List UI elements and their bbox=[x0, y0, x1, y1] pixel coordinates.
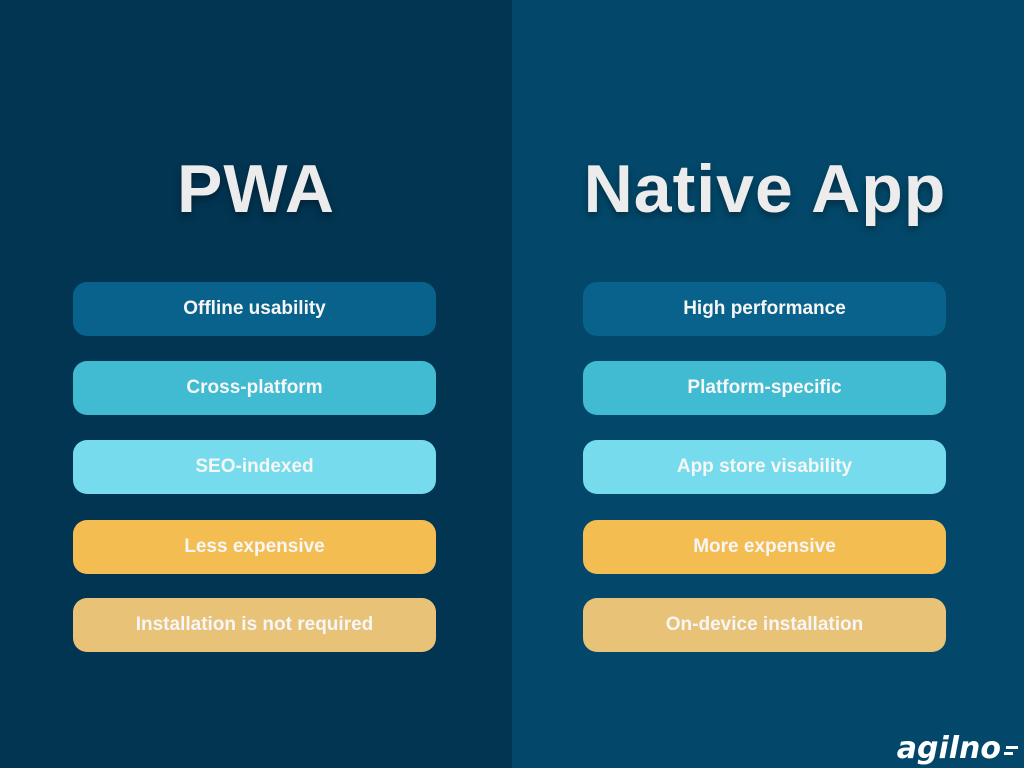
native-app-title: Native App bbox=[583, 151, 947, 227]
pwa-item-less-expensive: Less expensive bbox=[73, 520, 436, 574]
native-item-platform-specific: Platform-specific bbox=[583, 361, 946, 415]
native-item-on-device-installation: On-device installation bbox=[583, 598, 946, 652]
pwa-item-seo-indexed: SEO-indexed bbox=[73, 440, 436, 494]
brand-name: agilno bbox=[896, 731, 1001, 766]
brand-logo: agilno bbox=[897, 731, 1018, 766]
native-item-high-performance: High performance bbox=[583, 282, 946, 336]
pwa-item-cross-platform: Cross-platform bbox=[73, 361, 436, 415]
native-app-column: Native App High performance Platform-spe… bbox=[512, 0, 1024, 768]
agilno-mark-icon bbox=[1004, 744, 1018, 758]
native-item-app-store-visibility: App store visability bbox=[583, 440, 946, 494]
pwa-column: PWA Offline usability Cross-platform SEO… bbox=[0, 0, 512, 768]
pwa-item-offline-usability: Offline usability bbox=[73, 282, 436, 336]
pwa-title: PWA bbox=[177, 151, 335, 227]
pwa-item-installation-not-required: Installation is not required bbox=[73, 598, 436, 652]
native-item-more-expensive: More expensive bbox=[583, 520, 946, 574]
